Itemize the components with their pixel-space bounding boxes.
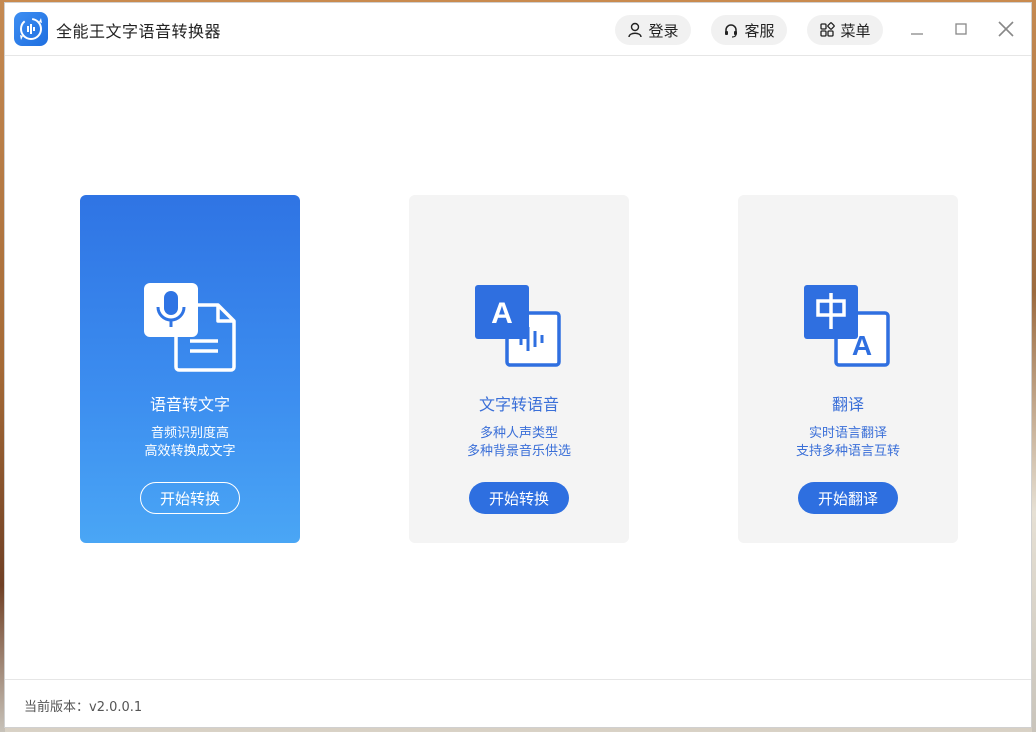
login-label: 登录 <box>648 21 679 40</box>
svg-text:A: A <box>491 297 513 330</box>
card-title: 翻译 <box>831 395 864 414</box>
maximize-icon <box>955 23 967 35</box>
card-description-line1: 实时语言翻译 <box>808 426 887 441</box>
start-convert-button[interactable]: 开始转换 <box>469 482 569 514</box>
menu-button[interactable]: 菜单 <box>807 15 883 45</box>
desktop-background-right <box>1032 0 1036 732</box>
maximize-button[interactable] <box>948 16 974 42</box>
card-description-line2: 高效转换成文字 <box>144 444 236 459</box>
card-title: 文字转语音 <box>478 395 559 414</box>
version-text: 当前版本：v2.0.0.1 <box>24 700 143 715</box>
mic-document-icon <box>142 281 238 377</box>
card-title: 语音转文字 <box>149 395 230 414</box>
card-description-line2: 多种背景音乐供选 <box>466 444 571 459</box>
close-button[interactable] <box>993 16 1019 42</box>
start-convert-button[interactable]: 开始转换 <box>140 482 240 514</box>
minimize-icon <box>911 33 923 35</box>
letter-a-waveform-icon: A <box>471 281 567 377</box>
app-logo-icon <box>14 12 48 46</box>
status-footer: 当前版本：v2.0.0.1 <box>5 679 1031 727</box>
grid-menu-icon <box>820 22 836 37</box>
login-button[interactable]: 登录 <box>615 15 691 45</box>
app-title: 全能王文字语音转换器 <box>56 22 222 41</box>
card-description-line1: 多种人声类型 <box>479 426 558 441</box>
customer-service-button[interactable]: 客服 <box>711 15 787 45</box>
translate-card[interactable]: A 翻译 实时语言翻译 支持多种语言互转 开始翻译 <box>738 195 958 543</box>
speech-to-text-card[interactable]: 语音转文字 音频识别度高 高效转换成文字 开始转换 <box>80 195 300 543</box>
app-window: 全能王文字语音转换器 登录 客服 菜单 语音转文字 音频识别度高 高效转换成文字… <box>4 2 1032 728</box>
text-to-speech-card[interactable]: A 文字转语音 多种人声类型 多种背景音乐供选 开始转换 <box>409 195 629 543</box>
minimize-button[interactable] <box>904 16 930 42</box>
close-icon <box>998 21 1014 37</box>
service-label: 客服 <box>744 21 775 40</box>
user-icon <box>628 22 643 38</box>
headset-icon <box>725 24 738 38</box>
card-description-line2: 支持多种语言互转 <box>795 444 900 459</box>
card-description-line1: 音频识别度高 <box>150 426 229 441</box>
title-bar[interactable]: 全能王文字语音转换器 登录 客服 菜单 <box>5 3 1031 56</box>
start-translate-button[interactable]: 开始翻译 <box>798 482 898 514</box>
menu-label: 菜单 <box>840 21 871 40</box>
chinese-english-translate-icon: A <box>800 281 896 377</box>
